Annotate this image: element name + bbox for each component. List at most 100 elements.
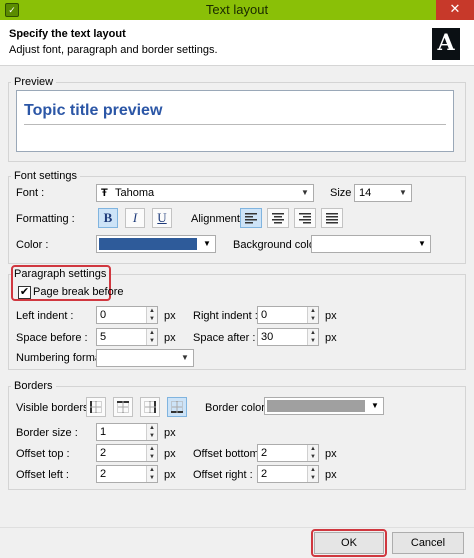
- chevron-down-icon: ▼: [301, 188, 309, 197]
- border-bottom-button[interactable]: [167, 397, 187, 417]
- background-color-select[interactable]: ▼: [311, 235, 431, 253]
- border-size-value: 1: [100, 426, 107, 438]
- space-after-value: 30: [261, 331, 274, 343]
- visible-borders-label: Visible borders :: [16, 402, 95, 414]
- spin-up-icon[interactable]: ▲: [146, 445, 157, 453]
- left-indent-stepper[interactable]: 0 ▲ ▼: [96, 306, 158, 324]
- title-bar: ✓ Text layout ✕: [0, 0, 474, 20]
- border-size-stepper[interactable]: 1 ▲ ▼: [96, 423, 158, 441]
- spin-up-icon[interactable]: ▲: [146, 329, 157, 337]
- align-left-icon: [245, 213, 257, 224]
- font-type-icon: Ŧ: [101, 187, 108, 199]
- background-color-swatch: [314, 238, 412, 250]
- spin-down-icon[interactable]: ▼: [146, 453, 157, 461]
- offset-top-value: 2: [100, 447, 107, 459]
- spin-up-icon[interactable]: ▲: [146, 424, 157, 432]
- align-right-button[interactable]: [294, 208, 316, 228]
- app-logo-icon: A: [432, 28, 460, 60]
- spin-down-icon[interactable]: ▼: [146, 432, 157, 440]
- align-justify-button[interactable]: [321, 208, 343, 228]
- font-settings-group-title: Font settings: [11, 170, 80, 182]
- offset-bottom-value: 2: [261, 447, 268, 459]
- italic-button[interactable]: I: [125, 208, 145, 228]
- color-select[interactable]: ▼: [96, 235, 216, 253]
- spin-down-icon[interactable]: ▼: [307, 453, 318, 461]
- offset-left-stepper[interactable]: 2 ▲ ▼: [96, 465, 158, 483]
- border-color-select[interactable]: ▼: [264, 397, 384, 415]
- spin-down-icon[interactable]: ▼: [307, 315, 318, 323]
- ok-button-highlight: [311, 529, 387, 557]
- align-center-button[interactable]: [267, 208, 289, 228]
- chevron-down-icon: ▼: [418, 239, 426, 248]
- offset-right-value: 2: [261, 468, 268, 480]
- border-color-label: Border color :: [205, 402, 272, 414]
- space-before-unit: px: [164, 332, 176, 344]
- alignment-label: Alignment :: [191, 213, 247, 225]
- window-title: Text layout: [205, 2, 269, 17]
- close-icon: ✕: [449, 1, 461, 16]
- border-top-icon: [117, 401, 129, 413]
- bold-button[interactable]: B: [98, 208, 118, 228]
- space-before-label: Space before :: [16, 332, 88, 344]
- font-select-value: Tahoma: [115, 187, 155, 199]
- right-indent-label: Right indent :: [193, 310, 258, 322]
- space-before-stepper[interactable]: 5 ▲ ▼: [96, 328, 158, 346]
- align-left-button[interactable]: [240, 208, 262, 228]
- offset-bottom-unit: px: [325, 448, 337, 460]
- spin-down-icon[interactable]: ▼: [307, 337, 318, 345]
- preview-underline: [24, 124, 446, 125]
- chevron-down-icon: ▼: [203, 239, 211, 248]
- spin-down-icon[interactable]: ▼: [146, 315, 157, 323]
- spin-up-icon[interactable]: ▲: [146, 307, 157, 315]
- offset-top-label: Offset top :: [16, 448, 70, 460]
- close-window-button[interactable]: ✕: [436, 0, 474, 20]
- font-label: Font :: [16, 187, 45, 199]
- right-indent-unit: px: [325, 310, 337, 322]
- spin-up-icon[interactable]: ▲: [307, 329, 318, 337]
- spin-down-icon[interactable]: ▼: [146, 474, 157, 482]
- space-after-stepper[interactable]: 30 ▲ ▼: [257, 328, 319, 346]
- chevron-down-icon: ▼: [399, 188, 407, 197]
- underline-button[interactable]: U: [152, 208, 172, 228]
- size-select-value: 14: [359, 187, 372, 199]
- cancel-button[interactable]: Cancel: [392, 532, 464, 554]
- dialog-header: Specify the text layout Adjust font, par…: [0, 20, 474, 66]
- offset-right-stepper[interactable]: 2 ▲ ▼: [257, 465, 319, 483]
- border-left-button[interactable]: [86, 397, 106, 417]
- spin-up-icon[interactable]: ▲: [146, 466, 157, 474]
- offset-bottom-stepper[interactable]: 2 ▲ ▼: [257, 444, 319, 462]
- align-justify-icon: [326, 213, 338, 224]
- space-before-value: 5: [100, 331, 107, 343]
- spin-down-icon[interactable]: ▼: [307, 474, 318, 482]
- font-select[interactable]: Ŧ Tahoma ▼: [96, 184, 314, 202]
- spin-down-icon[interactable]: ▼: [146, 337, 157, 345]
- page-break-label: Page break before: [33, 286, 124, 298]
- header-subtitle: Adjust font, paragraph and border settin…: [9, 44, 218, 56]
- border-size-unit: px: [164, 427, 176, 439]
- offset-left-label: Offset left :: [16, 469, 69, 481]
- numbering-format-select[interactable]: ▼: [96, 349, 194, 367]
- offset-top-stepper[interactable]: 2 ▲ ▼: [96, 444, 158, 462]
- color-swatch: [99, 238, 197, 250]
- border-right-icon: [144, 401, 156, 413]
- left-indent-unit: px: [164, 310, 176, 322]
- preview-title-text: Topic title preview: [24, 102, 163, 119]
- right-indent-value: 0: [261, 309, 268, 321]
- spin-up-icon[interactable]: ▲: [307, 307, 318, 315]
- border-bottom-icon: [171, 401, 183, 413]
- borders-group-title: Borders: [11, 380, 56, 392]
- spin-up-icon[interactable]: ▲: [307, 466, 318, 474]
- border-size-label: Border size :: [16, 427, 78, 439]
- space-after-unit: px: [325, 332, 337, 344]
- border-right-button[interactable]: [140, 397, 160, 417]
- page-break-checkbox[interactable]: ✔: [18, 286, 31, 299]
- size-select[interactable]: 14 ▼: [354, 184, 412, 202]
- preview-box: Topic title preview: [16, 90, 454, 152]
- left-indent-value: 0: [100, 309, 107, 321]
- offset-right-unit: px: [325, 469, 337, 481]
- border-top-button[interactable]: [113, 397, 133, 417]
- dialog-footer: OK Cancel: [0, 527, 474, 558]
- spin-up-icon[interactable]: ▲: [307, 445, 318, 453]
- offset-right-label: Offset right :: [193, 469, 253, 481]
- right-indent-stepper[interactable]: 0 ▲ ▼: [257, 306, 319, 324]
